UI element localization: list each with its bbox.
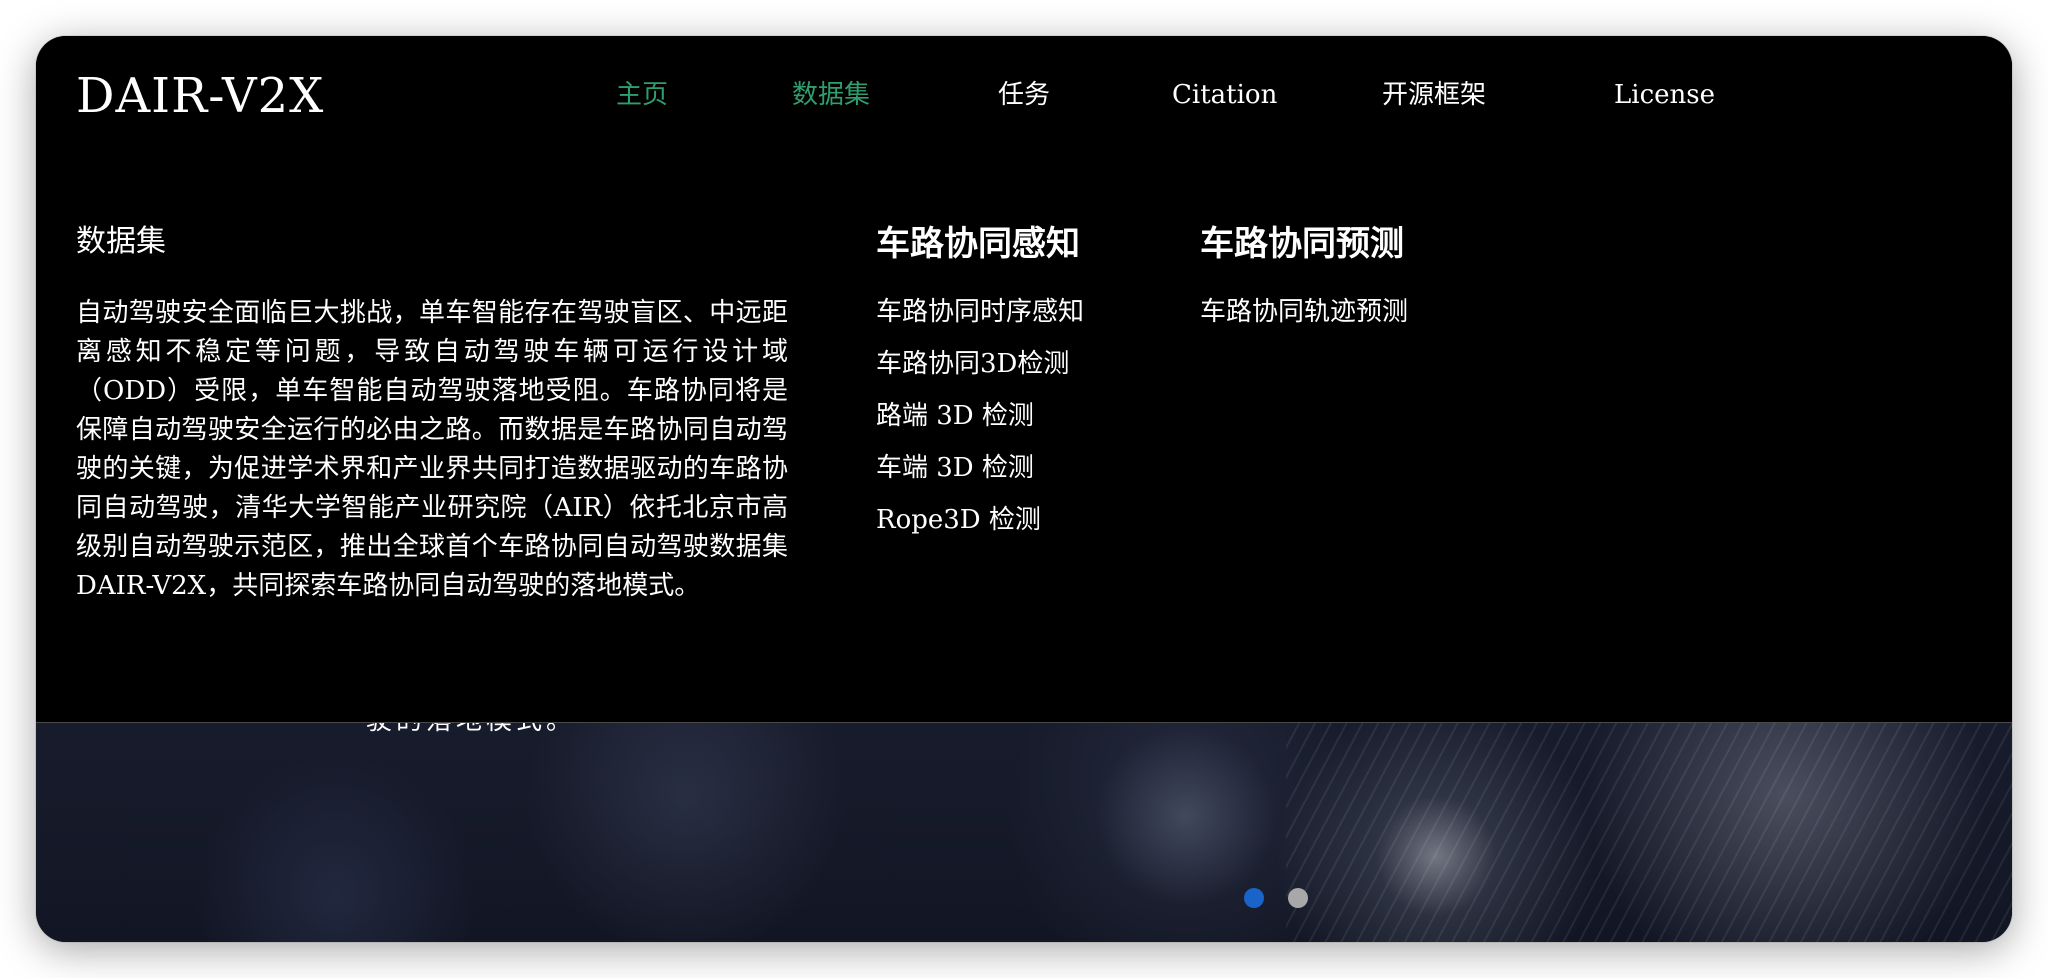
task-link-v2x-3d-detection[interactable]: 车路协同3D检测 (876, 338, 1084, 390)
nav-dataset[interactable]: 数据集 (792, 82, 870, 108)
perception-task-list: 车路协同时序感知 车路协同3D检测 路端 3D 检测 车端 3D 检测 Rope… (876, 286, 1084, 546)
prediction-task-list: 车路协同轨迹预测 (1200, 286, 1408, 338)
dropdown-title: 数据集 (76, 224, 166, 259)
carousel-indicators (36, 888, 2012, 910)
browser-window: 驶的落地模式。 DAIR-V2X 主页 数据集 任务 Citation 开源框架… (36, 36, 2012, 942)
task-link-infrastructure-3d-detection[interactable]: 路端 3D 检测 (876, 390, 1084, 442)
perception-column-title: 车路协同感知 (876, 224, 1080, 264)
dataset-description: 自动驾驶安全面临巨大挑战，单车智能存在驾驶盲区、中远距离感知不稳定等问题，导致自… (76, 298, 788, 601)
nav-tasks[interactable]: 任务 (998, 82, 1050, 108)
task-link-trajectory-prediction[interactable]: 车路协同轨迹预测 (1200, 286, 1408, 338)
top-navigation-bar: DAIR-V2X 主页 数据集 任务 Citation 开源框架 License (36, 36, 2012, 175)
carousel-dot-2[interactable] (1288, 888, 1308, 908)
carousel-dot-1[interactable] (1244, 888, 1264, 908)
prediction-column-title: 车路协同预测 (1200, 224, 1404, 264)
nav-citation[interactable]: Citation (1172, 82, 1277, 108)
task-link-rope3d-detection[interactable]: Rope3D 检测 (876, 494, 1084, 546)
nav-home[interactable]: 主页 (616, 82, 668, 108)
task-link-temporal-perception[interactable]: 车路协同时序感知 (876, 286, 1084, 338)
nav-license[interactable]: License (1614, 82, 1715, 108)
task-link-vehicle-3d-detection[interactable]: 车端 3D 检测 (876, 442, 1084, 494)
dataset-dropdown-panel: 数据集 自动驾驶安全面临巨大挑战，单车智能存在驾驶盲区、中远距离感知不稳定等问题… (36, 174, 2012, 723)
nav-open-source-framework[interactable]: 开源框架 (1382, 82, 1486, 108)
main-nav: 主页 数据集 任务 Citation 开源框架 License (36, 82, 2012, 122)
